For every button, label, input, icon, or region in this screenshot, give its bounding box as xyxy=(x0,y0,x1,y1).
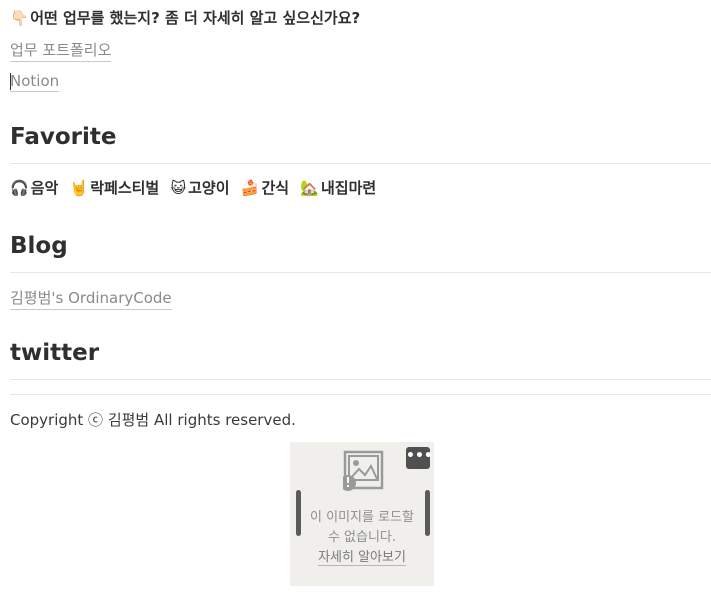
divider xyxy=(10,394,711,395)
favorite-item-cat: 😺 고양이 xyxy=(170,179,229,197)
notion-link[interactable]: Notion xyxy=(10,72,60,92)
copyright-text: Copyright ⓒ 김평범 All rights reserved. xyxy=(10,411,296,429)
rock-hand-icon: 🤘 xyxy=(69,179,89,197)
blog-heading: Blog xyxy=(10,233,68,259)
favorite-item-home: 🏡 내집마련 xyxy=(300,179,376,197)
text-cursor xyxy=(10,73,11,90)
cake-icon: 🍰 xyxy=(240,179,260,197)
cat-icon: 😺 xyxy=(170,179,187,197)
house-icon: 🏡 xyxy=(300,179,319,197)
more-options-button[interactable]: ••• xyxy=(406,447,433,469)
portfolio-link[interactable]: 업무 포트폴리오 xyxy=(10,39,112,62)
portfolio-question: 👇🏻 어떤 업무를 했는지? 좀 더 자세히 알고 싶으신가요? xyxy=(10,7,360,28)
image-error-message: 이 이미지를 로드할 수 없습니다. 자세히 알아보기 xyxy=(306,508,418,568)
divider xyxy=(10,272,711,273)
resize-handle-left[interactable] xyxy=(296,490,301,536)
portfolio-question-text: 어떤 업무를 했는지? 좀 더 자세히 알고 싶으신가요? xyxy=(30,9,361,27)
favorites-list: 🎧 음악 🤘 락페스티벌 😺 고양이 🍰 간식 🏡 내집마련 xyxy=(10,177,382,198)
resize-handle-right[interactable] xyxy=(425,490,430,536)
favorite-item-rock-festival: 🤘 락페스티벌 xyxy=(70,179,160,197)
favorite-label: 간식 xyxy=(261,179,290,197)
divider xyxy=(10,163,711,164)
pointing-down-icon: 👇🏻 xyxy=(10,9,29,27)
blog-link[interactable]: 김평범's OrdinaryCode xyxy=(10,287,172,310)
twitter-heading: twitter xyxy=(10,340,100,366)
learn-more-link[interactable]: 자세히 알아보기 xyxy=(318,550,406,566)
favorite-label: 음악 xyxy=(30,179,59,197)
favorite-label: 락페스티벌 xyxy=(90,179,160,197)
favorite-label: 내집마련 xyxy=(320,179,377,197)
divider xyxy=(10,379,711,380)
favorite-heading: Favorite xyxy=(10,124,117,150)
favorite-item-snack: 🍰 간식 xyxy=(241,179,289,197)
broken-image-icon xyxy=(343,450,384,491)
image-error-text: 이 이미지를 로드할 수 없습니다. xyxy=(310,510,414,545)
broken-image-block[interactable]: ••• 이 이미지를 로드할 수 없습니다. 자세히 알아보기 xyxy=(290,442,434,586)
favorite-label: 고양이 xyxy=(188,179,230,197)
favorite-item-music: 🎧 음악 xyxy=(10,179,58,197)
headphones-icon: 🎧 xyxy=(10,179,29,197)
